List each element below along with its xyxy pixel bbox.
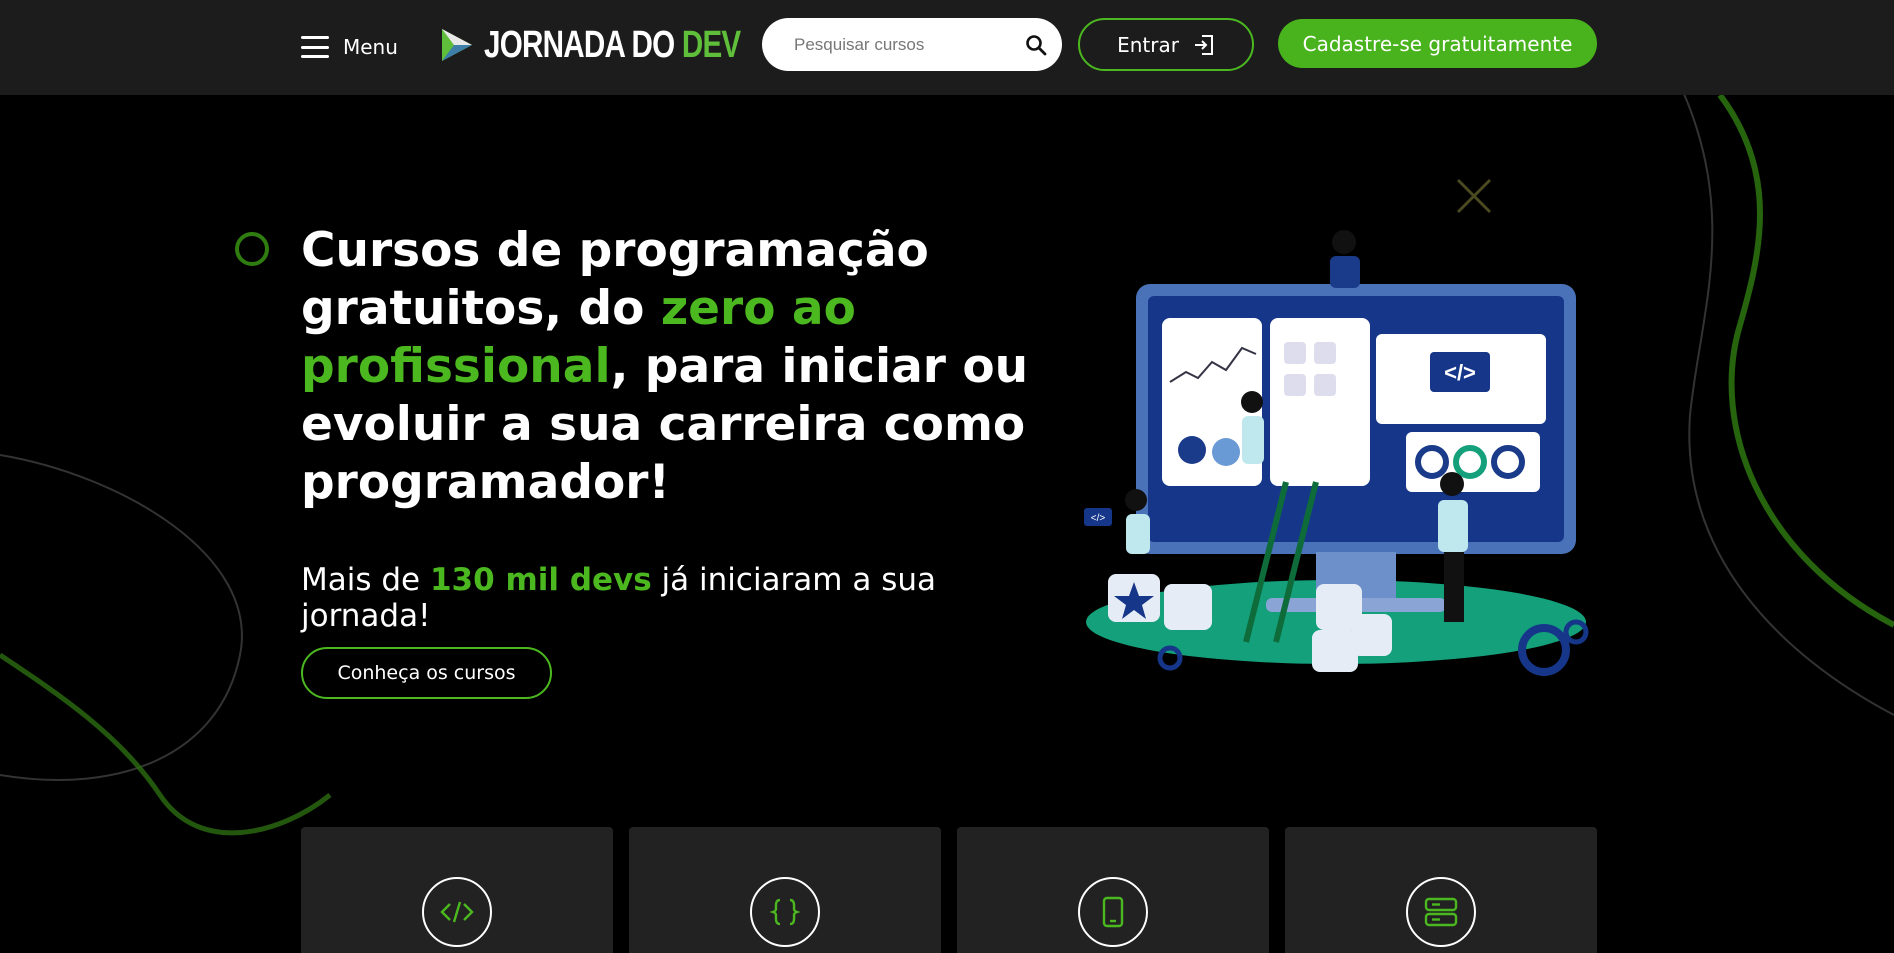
search-bar	[762, 18, 1062, 71]
code-icon	[440, 901, 474, 923]
mobile-icon	[1102, 896, 1124, 928]
feature-card-backend[interactable]	[1285, 827, 1597, 953]
hero-subheading: Mais de 130 mil devs já iniciaram a sua …	[301, 562, 936, 634]
login-button[interactable]: Entrar	[1078, 18, 1254, 71]
feature-card-web[interactable]	[301, 827, 613, 953]
top-navigation-bar: Menu JORNADA DO DEV Entrar Cadastre-se g…	[0, 0, 1894, 95]
feature-icon-ring	[1078, 877, 1148, 947]
illustration-code-label: </>	[1444, 360, 1476, 385]
server-icon	[1424, 897, 1458, 927]
braces-icon	[770, 898, 800, 926]
feature-card-programming[interactable]	[629, 827, 941, 953]
search-icon[interactable]	[1024, 33, 1048, 57]
feature-icon-ring	[422, 877, 492, 947]
browse-courses-button[interactable]: Conheça os cursos	[301, 647, 552, 699]
illustration-small-code-label: </>	[1091, 513, 1106, 524]
search-input[interactable]	[794, 34, 1024, 55]
login-label: Entrar	[1117, 32, 1179, 57]
logo-play-icon	[442, 29, 472, 61]
site-logo[interactable]: JORNADA DO DEV	[440, 24, 813, 66]
login-icon	[1194, 34, 1213, 55]
menu-label: Menu	[343, 35, 398, 59]
feature-card-mobile[interactable]	[957, 827, 1269, 953]
signup-button[interactable]: Cadastre-se gratuitamente	[1278, 19, 1597, 68]
hero-illustration: </> </>	[1084, 230, 1589, 676]
menu-button[interactable]: Menu	[301, 30, 398, 64]
feature-icon-ring	[750, 877, 820, 947]
hamburger-icon	[301, 36, 329, 58]
hero-heading: Cursos de programação gratuitos, do zero…	[301, 223, 1029, 510]
feature-icon-ring	[1406, 877, 1476, 947]
logo-text: JORNADA DO DEV	[484, 23, 741, 66]
